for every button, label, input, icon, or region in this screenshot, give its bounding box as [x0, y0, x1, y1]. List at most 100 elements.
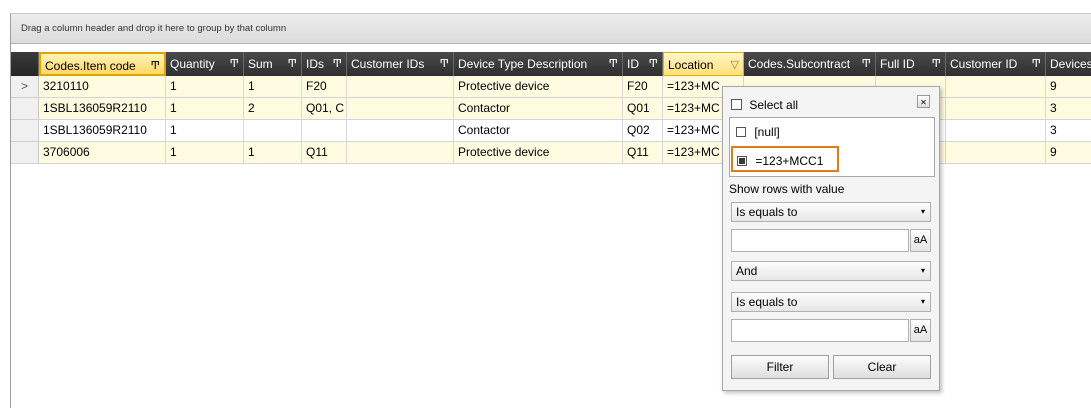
value-checkbox[interactable]: [736, 126, 746, 137]
cell-id[interactable]: Q01: [623, 98, 663, 119]
chevron-down-icon: ▾: [920, 207, 925, 216]
value-checkbox[interactable]: [737, 155, 747, 166]
cell-item-code[interactable]: 1SBL136059R2110: [39, 120, 166, 141]
cell-sum[interactable]: 1: [244, 76, 302, 97]
header-device-type[interactable]: Device Type Description Ͳ: [454, 52, 623, 76]
cell-quantity[interactable]: 1: [166, 76, 244, 97]
header-label: ID: [627, 57, 639, 71]
cell-devices[interactable]: 9: [1046, 142, 1091, 163]
filter-value-input-1[interactable]: [731, 229, 909, 252]
row-indicator[interactable]: [11, 98, 39, 120]
header-subcontract[interactable]: Codes.Subcontract Ͳ: [744, 52, 876, 76]
current-row-icon: >: [21, 79, 29, 93]
operator-select-2[interactable]: Is equals to ▾: [731, 292, 931, 312]
row-indicator[interactable]: [11, 142, 39, 164]
header-label: Devices: [1050, 57, 1091, 71]
show-rows-label: Show rows with value: [729, 182, 845, 196]
match-case-button-2[interactable]: aA: [910, 319, 931, 342]
header-item-code[interactable]: Codes.Item code Ͳ: [39, 52, 166, 76]
header-quantity[interactable]: Quantity Ͳ: [166, 52, 244, 76]
logic-select[interactable]: And ▾: [731, 261, 931, 281]
filter-active-icon[interactable]: ▽: [731, 53, 739, 75]
select-all-label: Select all: [749, 97, 799, 112]
chevron-down-icon: ▾: [920, 266, 925, 275]
cell-quantity[interactable]: 1: [166, 120, 244, 141]
header-full-id[interactable]: Full ID Ͳ: [876, 52, 946, 76]
operator-value: Is equals to: [736, 295, 798, 309]
cell-id[interactable]: F20: [623, 76, 663, 97]
distinct-values-list: [null] =123+MCC1: [729, 117, 935, 177]
cell-item-code[interactable]: 3706006: [39, 142, 166, 163]
filter-button[interactable]: Filter: [731, 355, 829, 379]
header-label: Customer IDs: [351, 57, 425, 71]
close-icon[interactable]: ✕: [917, 95, 930, 108]
filter-icon[interactable]: Ͳ: [609, 52, 618, 76]
cell-ids[interactable]: Q11: [302, 142, 347, 163]
cell-customer-id[interactable]: [946, 76, 1046, 97]
value-item-mcc1[interactable]: =123+MCC1: [731, 146, 839, 172]
cell-device-type[interactable]: Protective device: [454, 76, 623, 97]
header-label: Codes.Item code: [45, 59, 136, 73]
cell-devices[interactable]: 9: [1046, 76, 1091, 97]
cell-sum[interactable]: 1: [244, 142, 302, 163]
header-customer-ids[interactable]: Customer IDs Ͳ: [347, 52, 454, 76]
cell-quantity[interactable]: 1: [166, 142, 244, 163]
cell-id[interactable]: Q02: [623, 120, 663, 141]
filter-icon[interactable]: Ͳ: [288, 52, 297, 76]
filter-icon[interactable]: Ͳ: [649, 52, 658, 76]
select-all-checkbox[interactable]: [731, 99, 742, 111]
header-devices[interactable]: Devices: [1046, 52, 1091, 76]
cell-devices[interactable]: 3: [1046, 120, 1091, 141]
cell-customer-ids[interactable]: [347, 120, 454, 141]
header-customer-id[interactable]: Customer ID Ͳ: [946, 52, 1046, 76]
operator-select-1[interactable]: Is equals to ▾: [731, 202, 931, 222]
group-by-panel[interactable]: Drag a column header and drop it here to…: [11, 14, 1091, 44]
cell-item-code[interactable]: 3210110: [39, 76, 166, 97]
operator-value: Is equals to: [736, 205, 798, 219]
cell-customer-ids[interactable]: [347, 142, 454, 163]
filter-icon[interactable]: Ͳ: [862, 52, 871, 76]
cell-device-type[interactable]: Contactor: [454, 98, 623, 119]
cell-device-type[interactable]: Contactor: [454, 120, 623, 141]
cell-item-code[interactable]: 1SBL136059R2110: [39, 98, 166, 119]
row-indicator[interactable]: [11, 120, 39, 142]
header-label: Device Type Description: [458, 57, 588, 71]
filter-icon[interactable]: Ͳ: [1032, 52, 1041, 76]
group-by-hint: Drag a column header and drop it here to…: [21, 23, 287, 34]
cell-sum[interactable]: 2: [244, 98, 302, 119]
header-ids[interactable]: IDs Ͳ: [302, 52, 347, 76]
row-indicator[interactable]: >: [11, 76, 39, 98]
value-item-null[interactable]: [null]: [736, 124, 780, 139]
clear-button[interactable]: Clear: [833, 355, 931, 379]
cell-device-type[interactable]: Protective device: [454, 142, 623, 163]
filter-icon[interactable]: Ͳ: [932, 52, 941, 76]
match-case-button-1[interactable]: aA: [910, 229, 931, 252]
cell-customer-ids[interactable]: [347, 76, 454, 97]
header-id[interactable]: ID Ͳ: [623, 52, 663, 76]
header-label: Quantity: [170, 57, 215, 71]
header-location[interactable]: Location ▽: [663, 52, 744, 76]
filter-icon[interactable]: Ͳ: [333, 52, 342, 76]
value-label: [null]: [754, 124, 780, 139]
cell-quantity[interactable]: 1: [166, 98, 244, 119]
cell-devices[interactable]: 3: [1046, 98, 1091, 119]
select-all-row[interactable]: Select all: [731, 97, 798, 112]
header-sum[interactable]: Sum Ͳ: [244, 52, 302, 76]
cell-customer-ids[interactable]: [347, 98, 454, 119]
cell-id[interactable]: Q11: [623, 142, 663, 163]
value-label: =123+MCC1: [755, 153, 824, 168]
cell-customer-id[interactable]: [946, 98, 1046, 119]
filter-icon[interactable]: Ͳ: [440, 52, 449, 76]
column-header-row: Codes.Item code Ͳ Quantity Ͳ Sum Ͳ IDs Ͳ Cus…: [11, 52, 1091, 76]
cell-sum[interactable]: [244, 120, 302, 141]
cell-ids[interactable]: F20: [302, 76, 347, 97]
cell-customer-id[interactable]: [946, 120, 1046, 141]
cell-ids[interactable]: Q01, C: [302, 98, 347, 119]
header-label: Sum: [248, 57, 273, 71]
header-label: Customer ID: [950, 57, 1018, 71]
filter-icon[interactable]: Ͳ: [230, 52, 239, 76]
filter-value-input-2[interactable]: [731, 319, 909, 342]
cell-ids[interactable]: [302, 120, 347, 141]
filter-icon[interactable]: Ͳ: [151, 54, 160, 74]
cell-customer-id[interactable]: [946, 142, 1046, 163]
